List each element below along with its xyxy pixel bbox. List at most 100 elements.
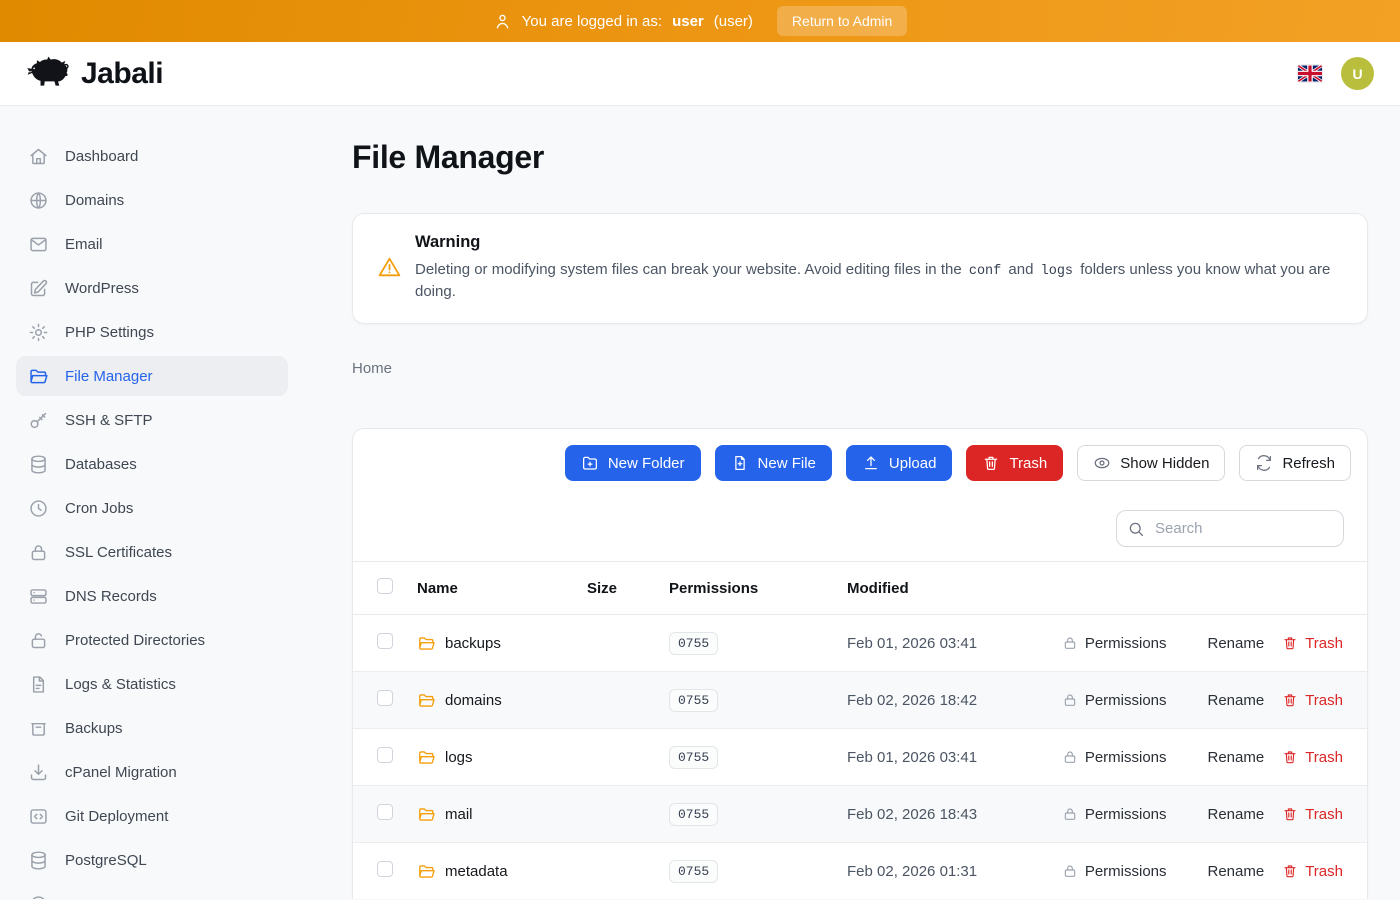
lock-icon bbox=[1062, 692, 1078, 708]
trash-icon bbox=[1282, 749, 1298, 765]
row-permissions-button[interactable]: Permissions bbox=[1062, 863, 1167, 880]
sidebar-item-ssh-sftp[interactable]: SSH & SFTP bbox=[16, 400, 288, 440]
column-permissions: Permissions bbox=[669, 580, 847, 597]
row-checkbox[interactable] bbox=[377, 861, 393, 877]
pencil-square-icon bbox=[28, 278, 49, 299]
download-icon bbox=[28, 762, 49, 783]
row-trash-button[interactable]: Trash bbox=[1282, 806, 1343, 823]
row-trash-button[interactable]: Trash bbox=[1282, 692, 1343, 709]
permissions-badge: 0755 bbox=[669, 803, 718, 826]
row-trash-button[interactable]: Trash bbox=[1282, 863, 1343, 880]
brand-name: Jabali bbox=[81, 57, 163, 91]
file-modified: Feb 02, 2026 18:42 bbox=[847, 692, 1062, 709]
file-name-link[interactable]: mail bbox=[445, 806, 473, 823]
row-permissions-button[interactable]: Permissions bbox=[1062, 806, 1167, 823]
breadcrumb-home-link[interactable]: Home bbox=[352, 360, 392, 377]
row-checkbox[interactable] bbox=[377, 747, 393, 763]
circle-icon bbox=[28, 894, 49, 900]
sidebar-item-logs-statistics[interactable]: Logs & Statistics bbox=[16, 664, 288, 704]
file-manager-panel: New Folder New File Upload Trash Show Hi… bbox=[352, 428, 1368, 899]
sidebar-item-ssl-certificates[interactable]: SSL Certificates bbox=[16, 532, 288, 572]
sidebar-nav: Dashboard Domains Email WordPress PHP Se… bbox=[0, 106, 304, 899]
file-name-link[interactable]: domains bbox=[445, 692, 502, 709]
file-name-link[interactable]: logs bbox=[445, 749, 473, 766]
sidebar-item-email[interactable]: Email bbox=[16, 224, 288, 264]
row-checkbox[interactable] bbox=[377, 633, 393, 649]
sidebar-item-git-deployment[interactable]: Git Deployment bbox=[16, 796, 288, 836]
row-permissions-button[interactable]: Permissions bbox=[1062, 749, 1167, 766]
document-icon bbox=[28, 674, 49, 695]
file-modified: Feb 02, 2026 01:31 bbox=[847, 863, 1062, 880]
file-name-link[interactable]: backups bbox=[445, 635, 501, 652]
user-avatar[interactable]: U bbox=[1341, 57, 1374, 90]
row-rename-button[interactable]: Rename bbox=[1185, 635, 1265, 652]
warning-title: Warning bbox=[415, 233, 1343, 252]
sidebar-item-file-manager[interactable]: File Manager bbox=[16, 356, 288, 396]
sidebar-item-wordpress[interactable]: WordPress bbox=[16, 268, 288, 308]
code-logs: logs bbox=[1038, 264, 1076, 279]
logged-in-text: You are logged in as: bbox=[522, 13, 662, 30]
column-name: Name bbox=[417, 580, 587, 597]
search-input[interactable] bbox=[1116, 510, 1344, 547]
new-file-button[interactable]: New File bbox=[715, 445, 832, 481]
brand-logo[interactable]: Jabali bbox=[26, 56, 163, 92]
folder-icon bbox=[28, 366, 49, 387]
sidebar-item-protected-directories[interactable]: Protected Directories bbox=[16, 620, 288, 660]
uk-flag-language-icon[interactable] bbox=[1298, 65, 1322, 82]
logged-in-role: (user) bbox=[714, 13, 753, 30]
sidebar-item-backups[interactable]: Backups bbox=[16, 708, 288, 748]
file-name-link[interactable]: metadata bbox=[445, 863, 508, 880]
trash-button[interactable]: Trash bbox=[966, 445, 1063, 481]
column-modified: Modified bbox=[847, 580, 1343, 597]
impersonation-banner: You are logged in as: user (user) Return… bbox=[0, 0, 1400, 42]
app-header: Jabali U bbox=[0, 42, 1400, 106]
boar-logo-icon bbox=[26, 56, 72, 92]
upload-icon bbox=[862, 454, 880, 472]
sidebar-item-dns-records[interactable]: DNS Records bbox=[16, 576, 288, 616]
sidebar-item-cpanel-migration[interactable]: cPanel Migration bbox=[16, 752, 288, 792]
file-modified: Feb 01, 2026 03:41 bbox=[847, 749, 1062, 766]
row-rename-button[interactable]: Rename bbox=[1185, 749, 1265, 766]
sidebar-item-17[interactable] bbox=[16, 884, 288, 899]
row-checkbox[interactable] bbox=[377, 690, 393, 706]
sidebar-item-domains[interactable]: Domains bbox=[16, 180, 288, 220]
sidebar-item-dashboard[interactable]: Dashboard bbox=[16, 136, 288, 176]
upload-button[interactable]: Upload bbox=[846, 445, 953, 481]
table-row: domains 0755 Feb 02, 2026 18:42 Permissi… bbox=[353, 672, 1367, 729]
gear-icon bbox=[28, 322, 49, 343]
table-body: backups 0755 Feb 01, 2026 03:41 Permissi… bbox=[353, 615, 1367, 899]
row-permissions-button[interactable]: Permissions bbox=[1062, 692, 1167, 709]
file-modified: Feb 02, 2026 18:43 bbox=[847, 806, 1062, 823]
new-folder-button[interactable]: New Folder bbox=[565, 445, 701, 481]
folder-plus-icon bbox=[581, 454, 599, 472]
trash-icon bbox=[1282, 692, 1298, 708]
row-rename-button[interactable]: Rename bbox=[1185, 692, 1265, 709]
home-icon bbox=[28, 146, 49, 167]
pencil-icon bbox=[1185, 863, 1201, 879]
warning-alert: Warning Deleting or modifying system fil… bbox=[352, 213, 1368, 324]
sidebar-item-postgresql[interactable]: PostgreSQL bbox=[16, 840, 288, 880]
trash-icon bbox=[1282, 635, 1298, 651]
folder-icon bbox=[417, 862, 436, 881]
refresh-button[interactable]: Refresh bbox=[1239, 445, 1351, 481]
select-all-checkbox[interactable] bbox=[377, 578, 393, 594]
lock-icon bbox=[1062, 749, 1078, 765]
row-rename-button[interactable]: Rename bbox=[1185, 806, 1265, 823]
row-permissions-button[interactable]: Permissions bbox=[1062, 635, 1167, 652]
row-checkbox[interactable] bbox=[377, 804, 393, 820]
archive-icon bbox=[28, 718, 49, 739]
sidebar-item-php-settings[interactable]: PHP Settings bbox=[16, 312, 288, 352]
permissions-badge: 0755 bbox=[669, 860, 718, 883]
database-icon bbox=[28, 454, 49, 475]
row-rename-button[interactable]: Rename bbox=[1185, 863, 1265, 880]
row-trash-button[interactable]: Trash bbox=[1282, 635, 1343, 652]
person-icon bbox=[493, 12, 512, 31]
return-to-admin-button[interactable]: Return to Admin bbox=[777, 6, 907, 36]
row-trash-button[interactable]: Trash bbox=[1282, 749, 1343, 766]
server-icon bbox=[28, 586, 49, 607]
sidebar-item-cron-jobs[interactable]: Cron Jobs bbox=[16, 488, 288, 528]
breadcrumb: Home bbox=[352, 360, 1368, 377]
show-hidden-button[interactable]: Show Hidden bbox=[1077, 445, 1225, 481]
file-modified: Feb 01, 2026 03:41 bbox=[847, 635, 1062, 652]
sidebar-item-databases[interactable]: Databases bbox=[16, 444, 288, 484]
